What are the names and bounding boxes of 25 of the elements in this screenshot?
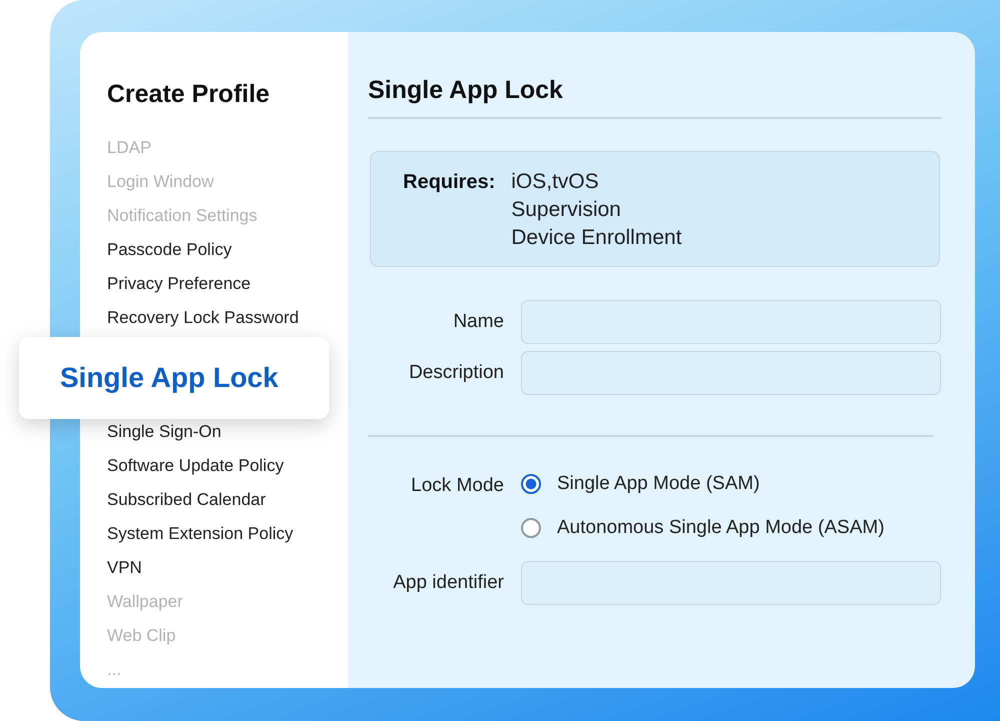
field-label: App identifier (392, 572, 504, 594)
sidebar-item[interactable]: Software Update Policy (107, 449, 348, 483)
input-field[interactable] (521, 351, 941, 395)
sidebar-title: Create Profile (107, 80, 271, 109)
requires-label: Requires: (403, 170, 496, 195)
requirement-text: iOS,tvOS (511, 169, 600, 195)
sidebar-item[interactable]: Subscribed Calendar (107, 483, 348, 517)
sidebar-item[interactable]: System Extension Policy (107, 517, 348, 551)
sidebar-item[interactable]: Recovery Lock Password (107, 301, 348, 335)
field-label: Lock Mode (410, 474, 504, 497)
field-label: Name (452, 311, 504, 333)
requirement-text: Device Enrollment (511, 225, 682, 251)
sidebar-item[interactable]: Privacy Preference (107, 267, 348, 301)
radio-label[interactable]: Single App Mode (SAM) (557, 473, 760, 495)
radio-label[interactable]: Autonomous Single App Mode (ASAM) (557, 517, 884, 539)
input-field[interactable] (521, 561, 941, 605)
field-label: Description (408, 362, 504, 384)
sidebar-item[interactable]: Single App Lock (19, 337, 329, 419)
page-title: Single App Lock (368, 76, 564, 105)
radio-button[interactable] (521, 474, 541, 494)
sidebar-item[interactable]: VPN (107, 551, 348, 585)
requirement-text: Supervision (511, 197, 622, 223)
input-field[interactable] (521, 300, 941, 344)
radio-button[interactable] (521, 518, 541, 538)
sidebar-item[interactable]: Passcode Policy (107, 233, 348, 267)
